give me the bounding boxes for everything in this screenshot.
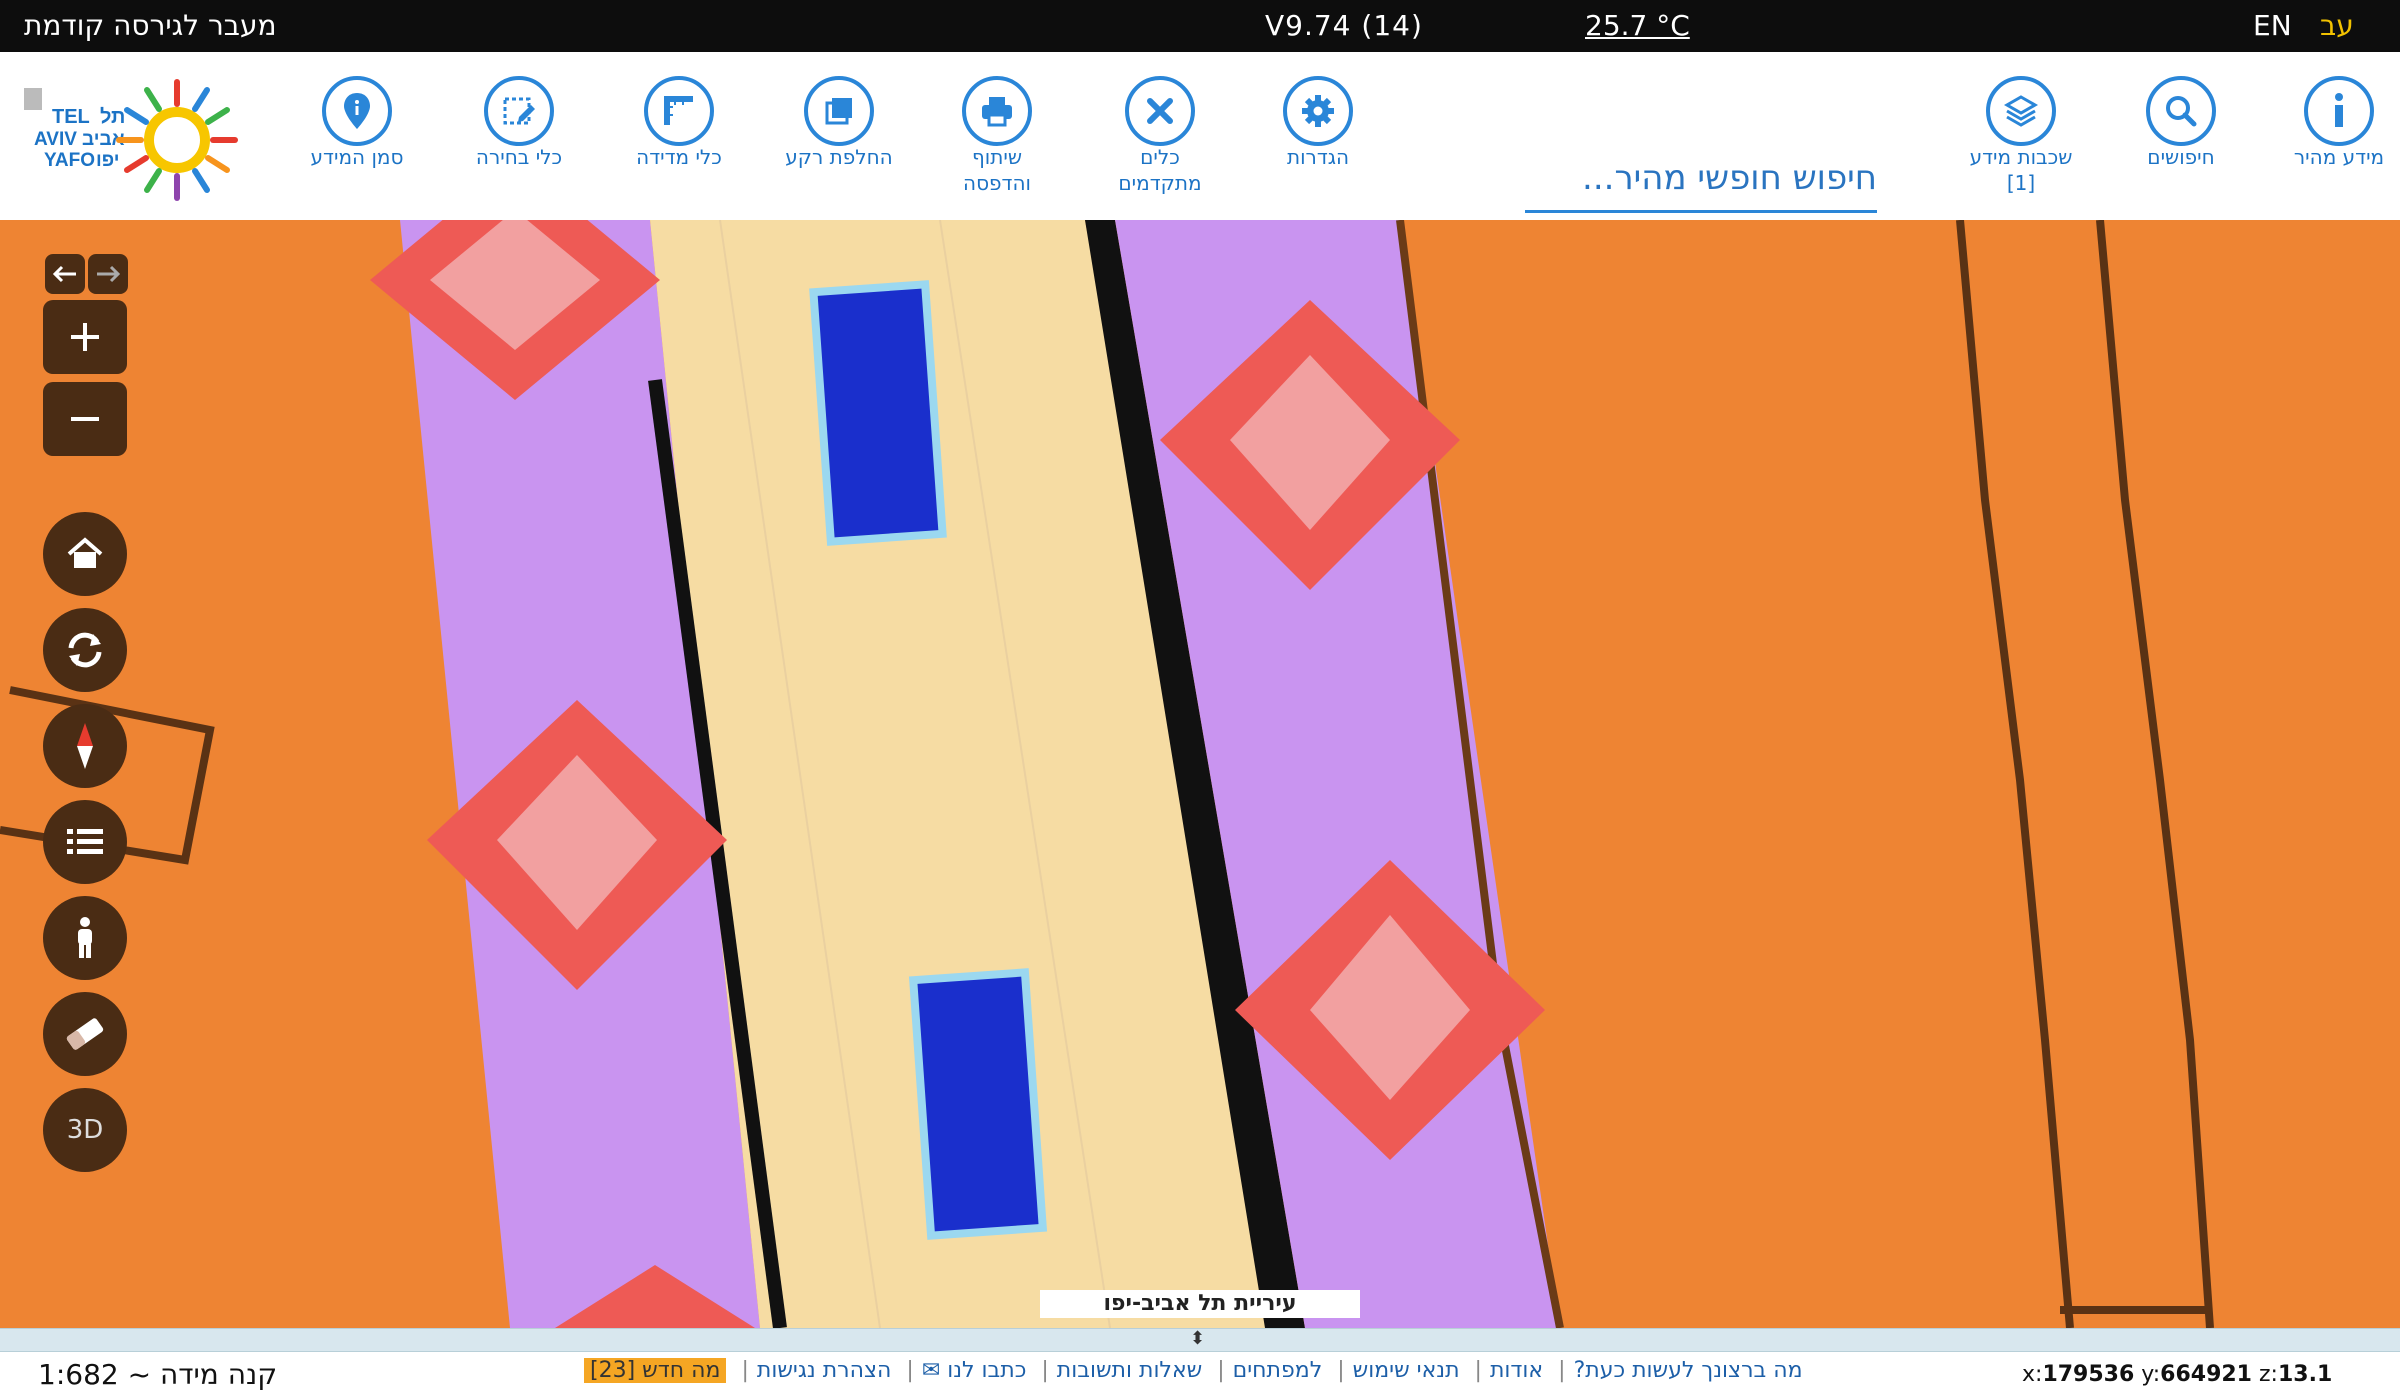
measure-tools-button[interactable]: כלי מדידה	[614, 76, 744, 170]
tool-label: כלי מדידה	[636, 145, 722, 169]
whats-new-badge[interactable]: מה חדש [23]	[584, 1358, 727, 1383]
eraser-icon	[66, 1018, 104, 1050]
ruler-icon	[644, 76, 714, 146]
version-label: V9.74 (14)	[1265, 9, 1423, 42]
compass-button[interactable]	[43, 704, 127, 788]
arrow-right-icon	[97, 265, 121, 283]
y-label: y:	[2141, 1362, 2161, 1387]
quick-info-button[interactable]: מידע מהיר	[2274, 76, 2400, 170]
city-logo[interactable]: TEL תל AVIV אביב YAFO יפו	[22, 78, 250, 202]
tool-label: החלפת רקע	[785, 145, 893, 169]
searches-button[interactable]: חיפושים	[2116, 76, 2246, 170]
expand-handle-icon[interactable]: ⬍	[1190, 1328, 1205, 1350]
gear-icon	[1283, 76, 1353, 146]
footer-link-terms[interactable]: תנאי שימוש	[1353, 1358, 1460, 1383]
search-box	[1525, 148, 1877, 213]
refresh-button[interactable]	[43, 608, 127, 692]
tool-label: סמן המידע	[310, 145, 404, 169]
tools-icon	[1125, 76, 1195, 146]
zoom-out-button[interactable]	[43, 382, 127, 456]
basemap-icon	[804, 76, 874, 146]
scale-label: קנה מידה ~ 1:682	[38, 1358, 278, 1391]
tool-label: מידע מהיר	[2293, 145, 2385, 169]
footer-links: מה ברצונך לעשות כעת?| אודות| תנאי שימוש|…	[580, 1358, 1807, 1383]
x-label: x:	[2022, 1362, 2043, 1387]
zoom-in-button[interactable]	[43, 300, 127, 374]
language-he-button[interactable]: עב	[2320, 6, 2354, 46]
basemap-switch-button[interactable]: החלפת רקע	[774, 76, 904, 170]
coordinates-readout: x:179536 y:664921 z:13.1	[2022, 1362, 2332, 1387]
top-bar: מעבר לגירסה קודמת V9.74 (14) 25.7 °C EN …	[0, 0, 2400, 52]
legend-icon	[67, 829, 103, 854]
tool-label: חיפושים	[2147, 145, 2215, 169]
nav-back-button[interactable]	[45, 254, 85, 294]
share-print-button[interactable]: שיתוף והדפסה	[932, 76, 1062, 196]
search-icon	[2146, 76, 2216, 146]
footer-link-what-to-do[interactable]: מה ברצונך לעשות כעת?	[1574, 1358, 1803, 1383]
street-view-icon	[78, 917, 92, 958]
eraser-button[interactable]	[43, 992, 127, 1076]
home-button[interactable]	[43, 512, 127, 596]
map-tiles[interactable]	[0, 220, 2400, 1328]
compass-icon	[77, 723, 93, 769]
language-en-button[interactable]: EN	[2253, 6, 2292, 46]
settings-button[interactable]: הגדרות	[1253, 76, 1383, 170]
marker-icon	[322, 76, 392, 146]
refresh-icon	[68, 632, 102, 668]
bottom-bar: ⬍ קנה מידה ~ 1:682 מה ברצונך לעשות כעת?|…	[0, 1328, 2400, 1392]
legend-button[interactable]	[43, 800, 127, 884]
svg-text:YAFO: YAFO	[44, 150, 95, 171]
water-feature	[809, 280, 947, 546]
nav-forward-button[interactable]	[88, 254, 128, 294]
tool-label: שיתוף והדפסה	[963, 145, 1031, 195]
water-feature	[908, 968, 1048, 1240]
temperature-link[interactable]: 25.7 °C	[1585, 6, 1690, 46]
arrow-left-icon	[52, 265, 76, 283]
footer-link-contact[interactable]: כתבו לנו ✉	[922, 1358, 1027, 1383]
select-icon	[484, 76, 554, 146]
bottom-panel-handle[interactable]: ⬍	[0, 1328, 2400, 1352]
advanced-tools-button[interactable]: כלים מתקדמים	[1095, 76, 1225, 196]
toolbar: TEL תל AVIV אביב YAFO יפו מידע מהיר חיפו…	[0, 52, 2400, 222]
z-label: z:	[2259, 1362, 2278, 1387]
previous-version-link[interactable]: מעבר לגירסה קודמת	[24, 6, 277, 46]
svg-text:יפו: יפו	[96, 150, 119, 171]
footer-link-about[interactable]: אודות	[1490, 1358, 1543, 1383]
svg-text:TEL: TEL	[52, 106, 90, 128]
map-attribution: עיריית תל אביב-יפו	[1040, 1290, 1360, 1318]
3d-button[interactable]: 3D	[43, 1088, 127, 1172]
search-input[interactable]	[1525, 148, 1877, 208]
y-value: 664921	[2160, 1362, 2252, 1387]
footer-link-faq[interactable]: שאלות ותשובות	[1057, 1358, 1202, 1383]
tool-label: כלים מתקדמים	[1118, 145, 1202, 195]
zoom-out-icon	[71, 417, 99, 421]
print-icon	[962, 76, 1032, 146]
tel-aviv-logo-icon: TEL תל AVIV אביב YAFO יפו	[24, 79, 238, 201]
home-icon	[67, 537, 103, 568]
tool-label: כלי בחירה	[475, 145, 563, 169]
svg-text:תל: תל	[100, 106, 125, 128]
street-view-button[interactable]	[43, 896, 127, 980]
footer-link-accessibility[interactable]: הצהרת נגישות	[757, 1358, 892, 1383]
tool-label: שכבות מידע [1]	[1969, 145, 2073, 195]
x-value: 179536	[2042, 1362, 2135, 1387]
layers-icon	[1986, 76, 2056, 146]
tool-label: הגדרות	[1286, 145, 1350, 169]
layers-button[interactable]: שכבות מידע [1]	[1956, 76, 2086, 196]
z-value: 13.1	[2277, 1362, 2333, 1387]
svg-text:AVIV: AVIV	[34, 129, 77, 150]
zoom-in-icon	[71, 323, 99, 351]
map-canvas[interactable]: 3D עיריית תל אביב-יפו	[0, 220, 2400, 1328]
footer-link-developers[interactable]: למפתחים	[1233, 1358, 1323, 1383]
selection-tools-button[interactable]: כלי בחירה	[454, 76, 584, 170]
info-marker-button[interactable]: סמן המידע	[292, 76, 422, 170]
info-icon	[2304, 76, 2374, 146]
